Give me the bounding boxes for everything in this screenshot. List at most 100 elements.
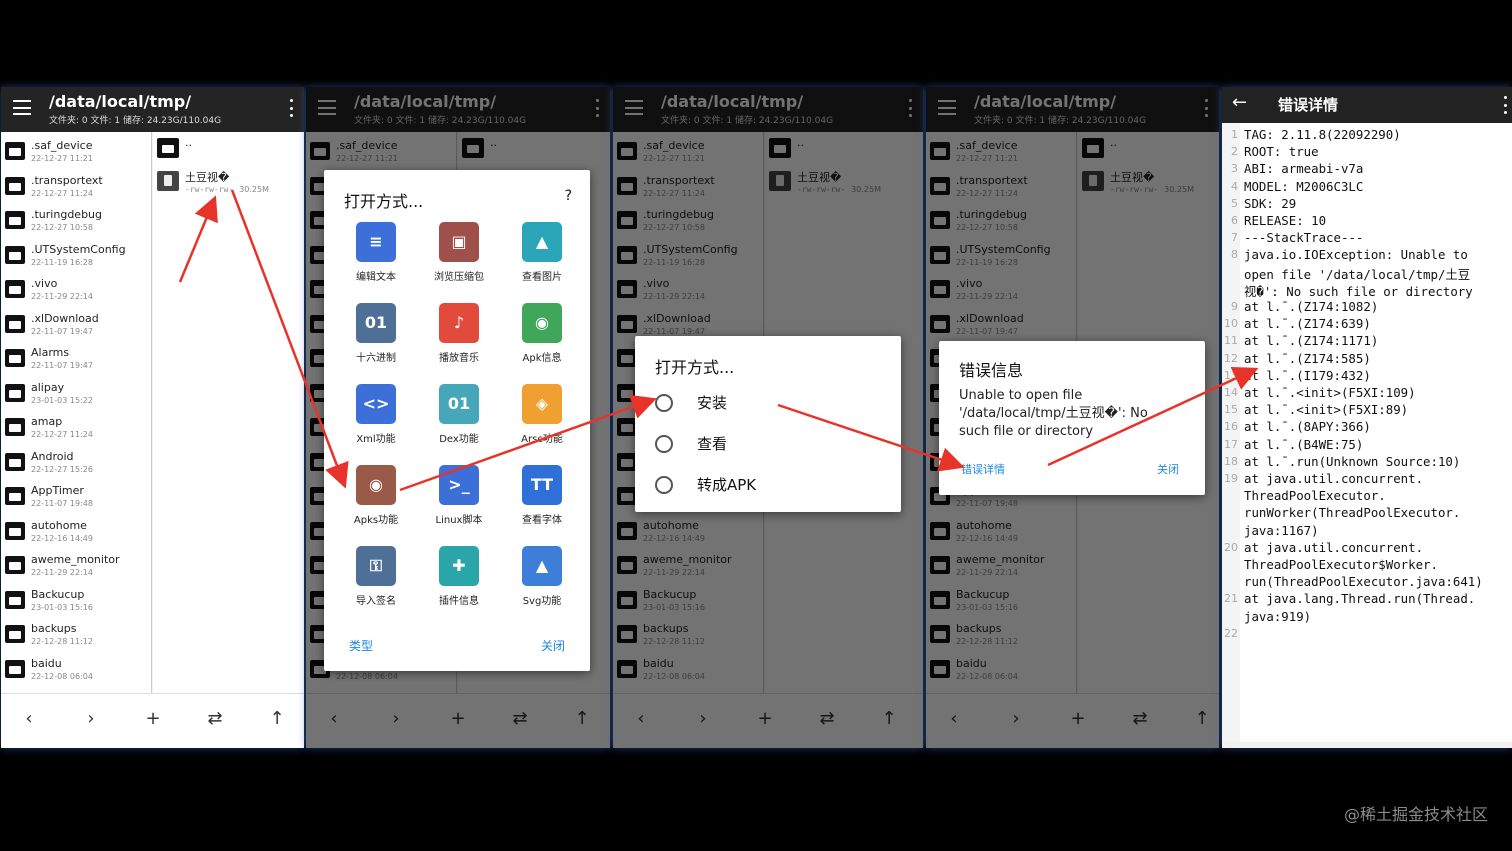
open-with-option[interactable]: ≡ 编辑文本 xyxy=(336,222,416,283)
code-line: ---StackTrace--- xyxy=(1244,230,1364,246)
option-label: 查看图片 xyxy=(522,272,562,283)
open-with-option[interactable]: TT 查看字体 xyxy=(502,465,582,526)
file-name: AppTimer xyxy=(31,484,84,497)
right-file-list[interactable]: .. 土豆视�-rw-rw-rw- 30.25M xyxy=(153,132,304,693)
watermark: @稀土掘金技术社区 xyxy=(1343,805,1488,824)
line-number: 17 xyxy=(1224,437,1238,451)
file-date: 22-11-07 19:47 xyxy=(31,361,93,370)
stacktrace-view[interactable]: 1 TAG: 2.11.8(22092290) 2 ROOT: true 3 ABI: a… xyxy=(1222,123,1512,742)
list-item[interactable]: .transportext22-12-27 11:24 xyxy=(1,167,151,202)
parent-dir-label: .. xyxy=(185,136,192,149)
open-with-option[interactable]: ♪ 播放音乐 xyxy=(419,303,499,364)
code-line: ROOT: true xyxy=(1244,144,1319,160)
code-line: runWorker(ThreadPoolExecutor. xyxy=(1244,505,1461,521)
open-with-option[interactable]: >_ Linux脚本 xyxy=(419,465,499,526)
list-item[interactable]: .saf_device 22-12-27 11:21 xyxy=(1,132,151,167)
apks-icon: ◉ xyxy=(356,465,396,505)
list-item[interactable]: .xlDownload22-11-07 19:47 xyxy=(1,305,151,340)
target-file-item[interactable]: 土豆视�-rw-rw-rw- 30.25M xyxy=(153,165,304,198)
xml-icon: <> xyxy=(356,384,396,424)
code-line: run(ThreadPoolExecutor.java:641) xyxy=(1244,574,1483,590)
list-item[interactable]: Android22-12-27 15:26 xyxy=(1,443,151,478)
line-number: 7 xyxy=(1231,231,1238,245)
list-item[interactable]: .UTSystemConfig22-11-19 16:28 xyxy=(1,236,151,271)
folder-icon xyxy=(5,418,25,436)
open-with-option[interactable]: 01 Dex功能 xyxy=(419,384,499,445)
file-date: 22-11-29 22:14 xyxy=(31,568,93,577)
list-item[interactable]: baidu22-12-08 06:04 xyxy=(1,650,151,685)
open-with-option[interactable]: 01 十六进制 xyxy=(336,303,416,364)
code-line: RELEASE: 10 xyxy=(1244,213,1327,228)
code-line: at l.¯.<init>(F5XI:89) xyxy=(1244,402,1409,418)
open-with-option[interactable]: ⚿ 导入签名 xyxy=(336,546,416,607)
line-number: 2 xyxy=(1231,145,1238,159)
line-number: 3 xyxy=(1231,162,1238,176)
line-number: 8 xyxy=(1231,248,1238,262)
list-item[interactable]: aweme_monitor 22-11-29 22:14 xyxy=(1,546,151,581)
list-item[interactable]: amap 22-12-27 11:24 xyxy=(1,408,151,443)
file-name: autohome xyxy=(31,518,87,532)
forward-icon[interactable]: › xyxy=(79,708,103,729)
code-line: ThreadPoolExecutor. xyxy=(1244,488,1386,504)
list-item[interactable]: backups 22-12-28 11:12 xyxy=(1,615,151,650)
type-button[interactable]: 类型 xyxy=(349,637,373,654)
radio-button[interactable] xyxy=(655,476,673,494)
option-label: 安装 xyxy=(697,394,728,412)
overflow-menu-icon[interactable] xyxy=(1504,96,1508,114)
folder-icon xyxy=(157,138,179,158)
error-detail-button[interactable]: 错误详情 xyxy=(961,461,1005,477)
list-item[interactable]: autohome22-12-16 14:49 xyxy=(1,512,151,547)
line-number: 12 xyxy=(1224,351,1238,365)
close-button[interactable]: 关闭 xyxy=(541,637,565,654)
key-icon: ⚿ xyxy=(356,546,396,586)
phone-screen: /data/local/tmp/文件夹: 0 文件: 1 储存: 24.23G/… xyxy=(306,87,610,748)
open-with-option[interactable]: ▣ 浏览压缩包 xyxy=(419,222,499,283)
swap-icon[interactable]: ⇄ xyxy=(203,708,227,729)
menu-icon[interactable] xyxy=(13,100,31,115)
parent-dir-item[interactable]: .. xyxy=(153,132,304,165)
code-line: at l.¯.(8APY:366) xyxy=(1244,419,1371,435)
open-with-option[interactable]: ✚ 插件信息 xyxy=(419,546,499,607)
radio-button[interactable] xyxy=(655,394,673,412)
file-name: amap xyxy=(31,415,63,428)
file-name: Alarms xyxy=(31,346,70,359)
android-icon: ◉ xyxy=(522,303,562,343)
folder-icon xyxy=(5,314,25,333)
list-item[interactable]: Backucup23-01-03 15:16 xyxy=(1,581,151,616)
back-arrow-icon[interactable]: ← xyxy=(1232,92,1247,113)
open-with-option[interactable]: <> Xml功能 xyxy=(336,384,416,445)
option-label: 插件信息 xyxy=(439,596,479,607)
file-name: backups xyxy=(31,622,77,635)
radio-button[interactable] xyxy=(655,435,673,453)
list-item[interactable]: .vivo 22-11-29 22:14 xyxy=(1,270,151,305)
left-file-list[interactable]: .saf_device22-12-27 11:21.transportext22… xyxy=(1,132,152,693)
file-name: .transportext xyxy=(31,173,103,187)
list-item[interactable]: alipay23-01-03 15:22 xyxy=(1,374,151,409)
help-icon[interactable]: ? xyxy=(565,188,572,204)
code-line: at l.¯.<init>(F5XI:109) xyxy=(1244,385,1416,400)
back-icon[interactable]: ‹ xyxy=(17,708,41,729)
file-date: 22-11-07 19:48 xyxy=(31,499,93,508)
hex-icon: 01 xyxy=(356,303,396,343)
open-with-option[interactable]: ◈ Arsc功能 xyxy=(502,384,582,445)
list-item[interactable]: .turingdebug 22-12-27 10:58 xyxy=(1,201,151,236)
code-line: at l.¯.(B4WE:75) xyxy=(1244,436,1364,452)
dialog-title: 打开方式... xyxy=(344,192,424,211)
plugin-icon: ✚ xyxy=(439,546,479,586)
folder-icon xyxy=(5,280,25,298)
up-arrow-icon[interactable]: ↑ xyxy=(265,708,289,729)
add-icon[interactable]: + xyxy=(141,708,165,729)
list-item[interactable]: Alarms 22-11-07 19:47 xyxy=(1,339,151,374)
phone-screen: /data/local/tmp/文件夹: 0 文件: 1 储存: 24.23G/… xyxy=(926,87,1219,748)
open-with-option[interactable]: ▲ 查看图片 xyxy=(502,222,582,283)
open-with-option[interactable]: ◉ Apk信息 xyxy=(502,303,582,364)
open-with-option[interactable]: ◉ Apks功能 xyxy=(336,465,416,526)
overflow-menu-icon[interactable] xyxy=(290,99,294,117)
option-label: 十六进制 xyxy=(356,353,396,364)
open-with-dialog: 打开方式...? ≡ 编辑文本 ▣ 浏览压缩包 ▲ 查看图片 01 十六进制 ♪ 播放音乐 ◉ Apk信… xyxy=(324,170,590,671)
code-line: at l.¯.(Z174:1082) xyxy=(1244,299,1379,314)
close-button[interactable]: 关闭 xyxy=(1157,461,1179,477)
open-with-option[interactable]: ▲ Svg功能 xyxy=(502,546,582,607)
list-item[interactable]: AppTimer 22-11-07 19:48 xyxy=(1,477,151,512)
storage-info: 文件夹: 0 文件: 1 储存: 24.23G/110.04G xyxy=(49,116,222,126)
